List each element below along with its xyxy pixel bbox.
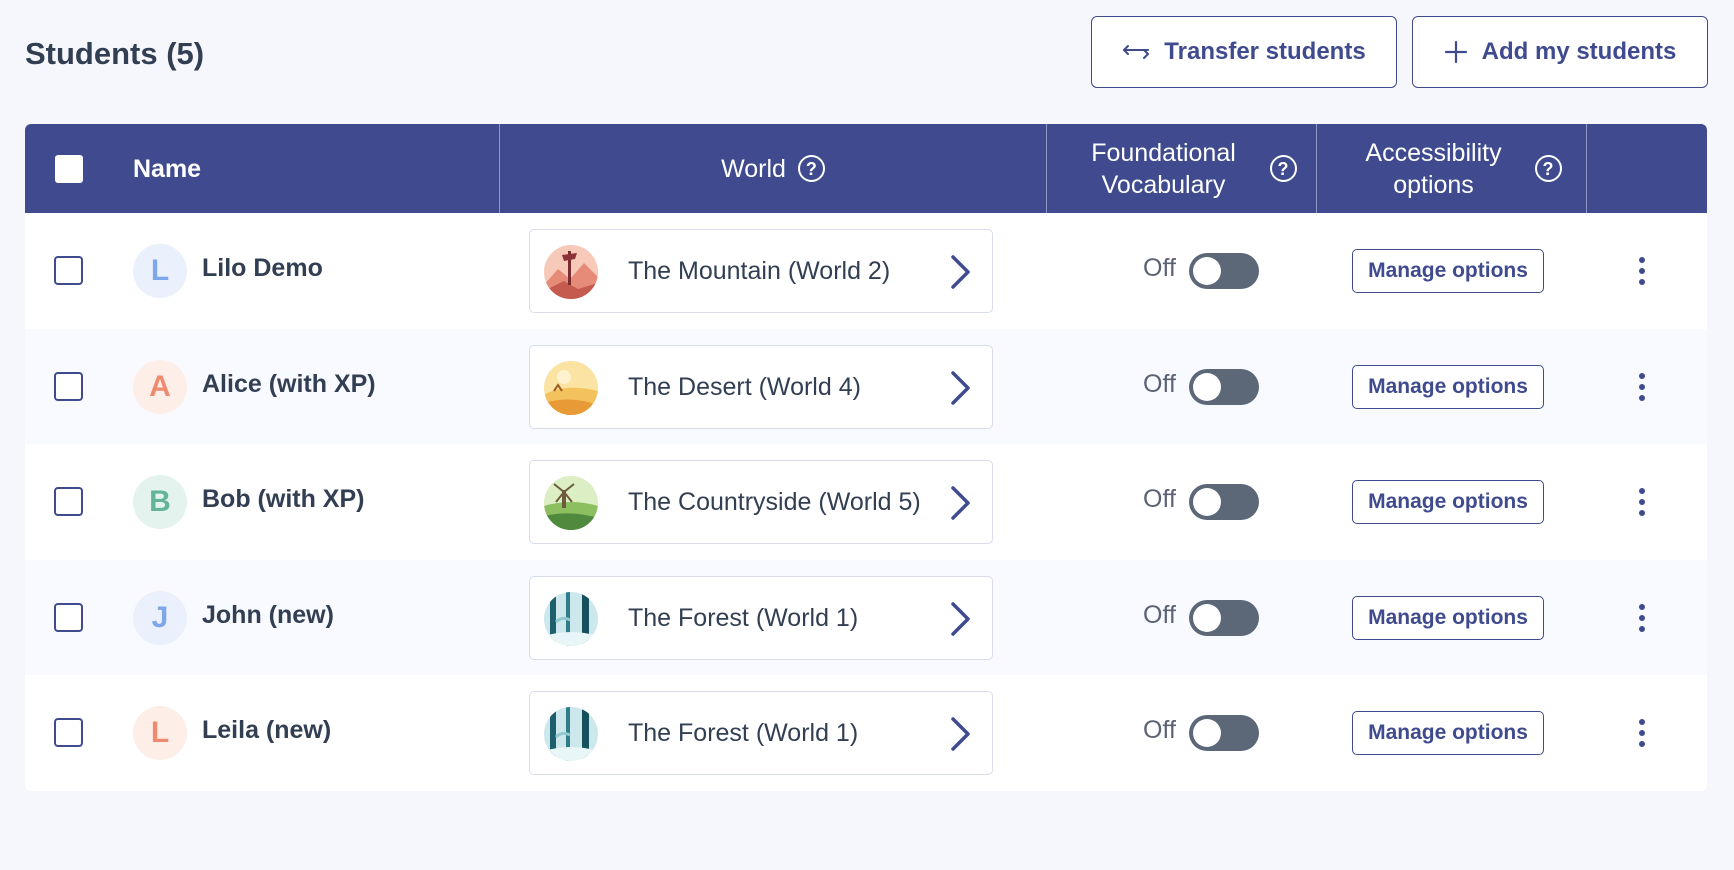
add-my-students-button[interactable]: Add my students: [1412, 16, 1708, 88]
avatar-letter: A: [149, 369, 171, 403]
world-help-icon[interactable]: ?: [797, 155, 825, 182]
page-title: Students (5): [25, 36, 205, 71]
world-thumbnail: [544, 245, 598, 299]
avatar: L: [133, 244, 187, 298]
kebab-menu-icon[interactable]: [1632, 715, 1652, 751]
toggle-knob: [1193, 257, 1221, 285]
avatar: B: [133, 475, 187, 529]
vocab-toggle-label: Off: [1143, 254, 1176, 282]
avatar-letter: J: [151, 600, 169, 634]
student-name[interactable]: Lilo Demo: [202, 254, 323, 283]
kebab-menu-icon[interactable]: [1632, 253, 1652, 289]
row-checkbox[interactable]: [54, 371, 83, 401]
page-header: Students (5) Transfer students Add my st…: [25, 14, 1708, 88]
student-name[interactable]: John (new): [202, 601, 334, 630]
world-name: The Forest (World 1): [628, 603, 859, 632]
table-row: A Alice (with XP) The Desert (World 4) O…: [25, 328, 1707, 444]
manage-options-button[interactable]: Manage options: [1352, 249, 1544, 293]
transfer-arrows-icon: [1123, 45, 1150, 59]
world-thumbnail: [544, 591, 598, 646]
table-row: J John (new) The Forest (World 1) Off Ma…: [25, 559, 1707, 675]
manage-options-button[interactable]: Manage options: [1352, 480, 1544, 524]
avatar-letter: L: [150, 716, 170, 749]
transfer-students-label: Transfer students: [1164, 38, 1366, 65]
row-checkbox[interactable]: [54, 256, 83, 285]
kebab-menu-icon[interactable]: [1632, 484, 1652, 520]
row-checkbox[interactable]: [54, 602, 83, 632]
students-table: Name World ? Foundational Vocabulary ? A…: [25, 124, 1707, 791]
vocab-toggle-label: Off: [1143, 485, 1176, 513]
vocab-toggle[interactable]: [1189, 368, 1259, 405]
toggle-knob: [1193, 488, 1221, 516]
column-header-world-label: World: [721, 154, 786, 183]
avatar: L: [133, 706, 187, 760]
student-name[interactable]: Alice (with XP): [202, 370, 376, 399]
student-name[interactable]: Leila (new): [202, 716, 331, 745]
avatar: J: [133, 590, 187, 645]
table-row: L Leila (new) The Forest (World 1) Off M…: [25, 675, 1707, 791]
world-selector[interactable]: The Forest (World 1): [529, 575, 993, 660]
world-name: The Desert (World 4): [628, 372, 861, 401]
column-header-vocab-label: Foundational Vocabulary: [1091, 138, 1236, 199]
plus-icon: [1444, 40, 1467, 64]
table-body: L Lilo Demo The Mountain (World 2) Off M…: [25, 213, 1707, 791]
accessibility-help-icon[interactable]: ?: [1534, 155, 1562, 182]
world-thumbnail: [544, 707, 598, 761]
world-thumbnail: [544, 476, 598, 530]
table-row: B Bob (with XP) The Countryside (World 5…: [25, 444, 1707, 560]
world-selector[interactable]: The Desert (World 4): [529, 344, 993, 429]
column-divider: [1586, 124, 1587, 213]
toggle-knob: [1193, 603, 1221, 632]
vocab-toggle[interactable]: [1189, 484, 1259, 520]
column-header-name[interactable]: Name: [133, 124, 201, 213]
table-header: Name World ? Foundational Vocabulary ? A…: [25, 124, 1707, 213]
row-checkbox[interactable]: [54, 487, 83, 516]
add-my-students-label: Add my students: [1481, 38, 1677, 65]
column-header-world: World ?: [500, 124, 1046, 213]
world-thumbnail: [544, 360, 598, 415]
vocab-toggle[interactable]: [1189, 715, 1259, 751]
row-checkbox[interactable]: [54, 718, 83, 747]
avatar: A: [133, 359, 187, 414]
world-selector[interactable]: The Forest (World 1): [529, 691, 993, 775]
column-header-accessibility-label: Accessibility options: [1365, 138, 1502, 199]
vocab-toggle[interactable]: [1189, 599, 1259, 636]
manage-options-button[interactable]: Manage options: [1352, 595, 1544, 640]
transfer-students-button[interactable]: Transfer students: [1091, 16, 1397, 88]
world-name: The Mountain (World 2): [628, 257, 891, 285]
world-selector[interactable]: The Mountain (World 2): [529, 229, 993, 313]
avatar-letter: L: [150, 254, 170, 287]
world-name: The Countryside (World 5): [628, 488, 921, 516]
chevron-right-icon: [951, 255, 970, 289]
manage-options-button[interactable]: Manage options: [1352, 711, 1544, 755]
vocab-toggle-label: Off: [1143, 716, 1176, 744]
vocab-help-icon[interactable]: ?: [1269, 155, 1297, 182]
column-header-accessibility: Accessibility options ?: [1316, 124, 1586, 213]
table-row: L Lilo Demo The Mountain (World 2) Off M…: [25, 213, 1707, 329]
chevron-right-icon: [951, 601, 970, 636]
chevron-right-icon: [951, 370, 970, 405]
vocab-toggle[interactable]: [1189, 253, 1259, 289]
vocab-toggle-label: Off: [1143, 600, 1176, 629]
avatar-letter: B: [149, 485, 171, 518]
column-header-vocab: Foundational Vocabulary ?: [1046, 124, 1316, 213]
select-all-checkbox[interactable]: [55, 155, 83, 183]
manage-options-button[interactable]: Manage options: [1352, 364, 1544, 409]
kebab-menu-icon[interactable]: [1632, 369, 1652, 405]
chevron-right-icon: [951, 486, 970, 520]
kebab-menu-icon[interactable]: [1632, 600, 1652, 636]
toggle-knob: [1193, 719, 1221, 747]
vocab-toggle-label: Off: [1143, 369, 1176, 398]
world-name: The Forest (World 1): [628, 719, 859, 747]
student-name[interactable]: Bob (with XP): [202, 485, 364, 514]
world-selector[interactable]: The Countryside (World 5): [529, 460, 993, 544]
chevron-right-icon: [951, 717, 970, 751]
toggle-knob: [1193, 372, 1221, 401]
